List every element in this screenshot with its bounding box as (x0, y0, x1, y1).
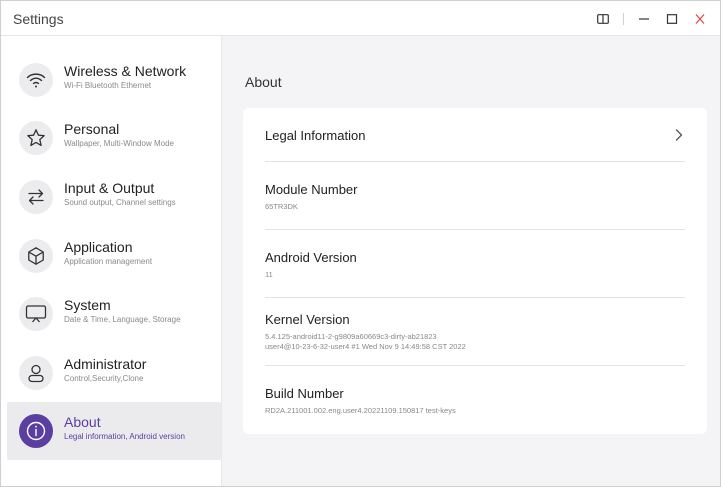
close-icon (695, 14, 705, 24)
user-icon (19, 356, 53, 390)
row-value: 5.4.125-android11-2-g9809a60669c3-dirty-… (265, 332, 437, 341)
kernel-version-row: Kernel Version 5.4.125-android11-2-g9809… (265, 298, 685, 366)
row-label: Module Number (265, 182, 358, 197)
sidebar-item-text: Wireless & Network Wi-Fi Bluetooth Ether… (64, 63, 186, 92)
sidebar-item-label: Administrator (64, 356, 147, 372)
sidebar-item-wireless-network[interactable]: Wireless & Network Wi-Fi Bluetooth Ether… (7, 51, 221, 109)
wifi-icon (19, 63, 53, 97)
info-icon (19, 414, 53, 448)
sidebar-item-input-output[interactable]: Input & Output Sound output, Channel set… (7, 168, 221, 226)
split-view-icon (597, 14, 609, 24)
sidebar-item-text: About Legal information, Android version (64, 414, 185, 443)
sidebar-item-label: About (64, 414, 101, 430)
close-button[interactable] (686, 8, 714, 30)
sidebar-item-label: Wireless & Network (64, 63, 187, 79)
row-value: RD2A.211001.002.eng.user4.20221109.15081… (265, 406, 456, 415)
split-view-button[interactable] (589, 8, 617, 30)
monitor-icon (19, 297, 53, 331)
maximize-button[interactable] (658, 8, 686, 30)
module-number-row: Module Number 65TR3DK (265, 162, 685, 230)
cube-icon (19, 239, 53, 273)
sidebar-item-administrator[interactable]: Administrator Control,Security,Clone (7, 344, 221, 402)
controls-divider (623, 13, 624, 25)
minimize-icon (639, 18, 649, 20)
legal-information-row[interactable]: Legal Information (265, 108, 685, 162)
sidebar-item-application[interactable]: Application Application management (7, 227, 221, 285)
window-controls (589, 8, 714, 30)
window-title: Settings (13, 11, 64, 27)
page-title: About (245, 74, 282, 90)
sidebar-item-about[interactable]: About Legal information, Android version (7, 402, 221, 460)
row-label: Kernel Version (265, 312, 350, 327)
sidebar-item-subtitle: Sound output, Channel settings (64, 198, 176, 207)
row-value-secondary: user4@10-23-6-32-user4 #1 Wed Nov 9 14:4… (265, 342, 466, 351)
sidebar-item-text: Application Application management (64, 239, 152, 268)
sidebar-item-text: System Date & Time, Language, Storage (64, 297, 181, 326)
star-icon (19, 121, 53, 155)
sidebar-item-subtitle: Legal information, Android version (64, 432, 185, 441)
sidebar-item-text: Personal Wallpaper, Multi-Window Mode (64, 121, 174, 150)
sidebar-item-label: Application (64, 239, 133, 255)
row-label: Android Version (265, 250, 357, 265)
about-card: Legal Information Module Number 65TR3DK … (243, 108, 707, 434)
sidebar-item-subtitle: Wi-Fi Bluetooth Ethernet (64, 81, 152, 90)
build-number-row: Build Number RD2A.211001.002.eng.user4.2… (265, 366, 685, 434)
title-bar: Settings (1, 1, 720, 36)
sidebar-item-label: Personal (64, 121, 120, 137)
sidebar-item-label: System (64, 297, 111, 313)
row-label: Build Number (265, 386, 344, 401)
sidebar-item-subtitle: Control,Security,Clone (64, 374, 144, 383)
sidebar-item-subtitle: Wallpaper, Multi-Window Mode (64, 139, 174, 148)
sidebar-item-subtitle: Date & Time, Language, Storage (64, 315, 181, 324)
sidebar-item-system[interactable]: System Date & Time, Language, Storage (7, 285, 221, 343)
sidebar-item-personal[interactable]: Personal Wallpaper, Multi-Window Mode (7, 109, 221, 167)
sidebar: Wireless & Network Wi-Fi Bluetooth Ether… (1, 36, 222, 486)
row-label: Legal Information (265, 128, 366, 143)
row-value: 65TR3DK (265, 202, 298, 211)
settings-window: Settings Wireless & Network Wi-Fi Blueto… (0, 0, 721, 487)
minimize-button[interactable] (630, 8, 658, 30)
chevron-right-icon (675, 128, 683, 146)
row-value: 11 (265, 270, 273, 279)
main-content: About Legal Information Module Number 65… (223, 36, 720, 486)
maximize-icon (666, 14, 678, 24)
android-version-row: Android Version 11 (265, 230, 685, 298)
sidebar-item-label: Input & Output (64, 180, 155, 196)
arrows-icon (19, 180, 53, 214)
sidebar-item-text: Input & Output Sound output, Channel set… (64, 180, 176, 209)
sidebar-item-subtitle: Application management (64, 257, 153, 266)
sidebar-item-text: Administrator Control,Security,Clone (64, 356, 146, 385)
